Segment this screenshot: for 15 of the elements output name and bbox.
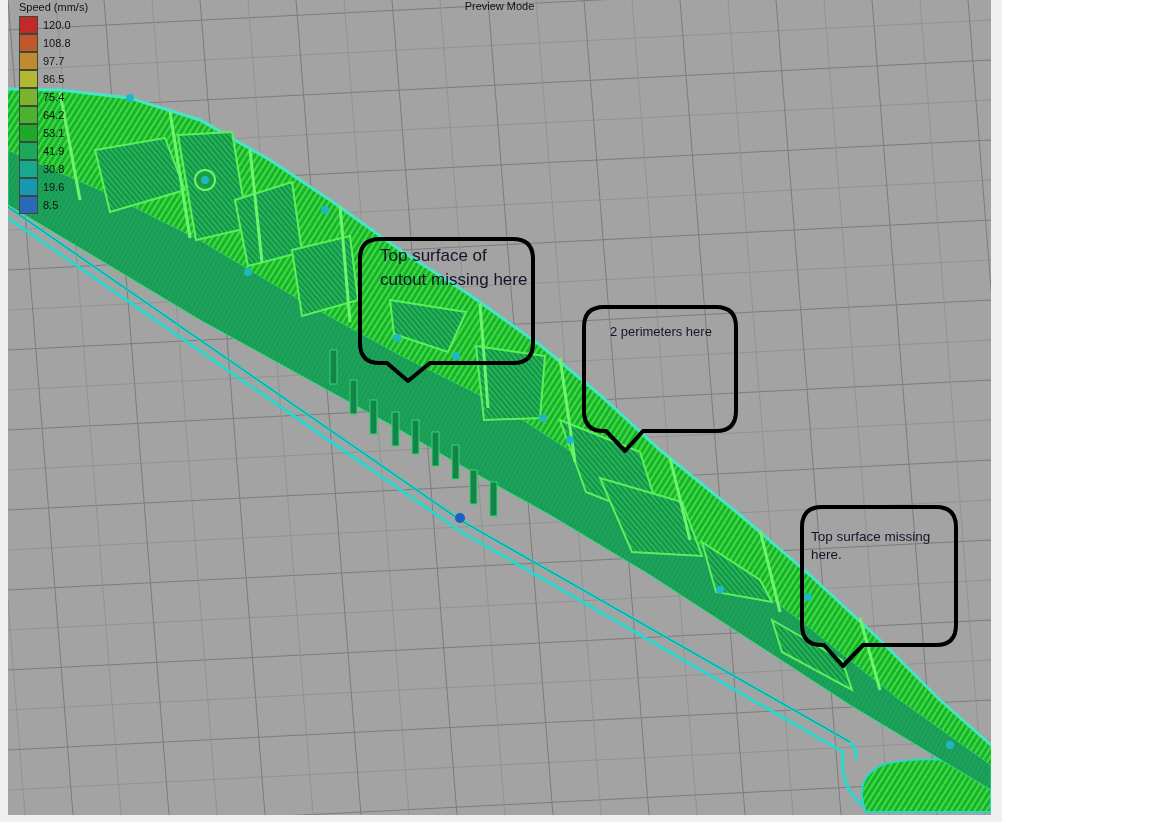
legend-label: 120.0 — [43, 18, 71, 32]
callout-text: Top surface missing here. — [811, 528, 932, 563]
viewport-title: Preview Mode — [464, 0, 535, 12]
legend-label: 64.2 — [43, 108, 65, 122]
legend-label: 108.8 — [43, 36, 71, 50]
legend-label: 8.5 — [43, 198, 59, 212]
legend-label: 41.9 — [43, 144, 65, 158]
legend-label: 19.6 — [43, 180, 65, 194]
callout-text: 2 perimeters here — [610, 323, 713, 340]
legend-label: 30.8 — [43, 162, 65, 176]
legend-title: Speed (mm/s) — [19, 0, 89, 15]
legend-label: 75.4 — [43, 90, 65, 104]
legend-label: 53.1 — [43, 126, 65, 140]
legend-label: 86.5 — [43, 72, 65, 86]
legend-label: 97.7 — [43, 54, 65, 68]
